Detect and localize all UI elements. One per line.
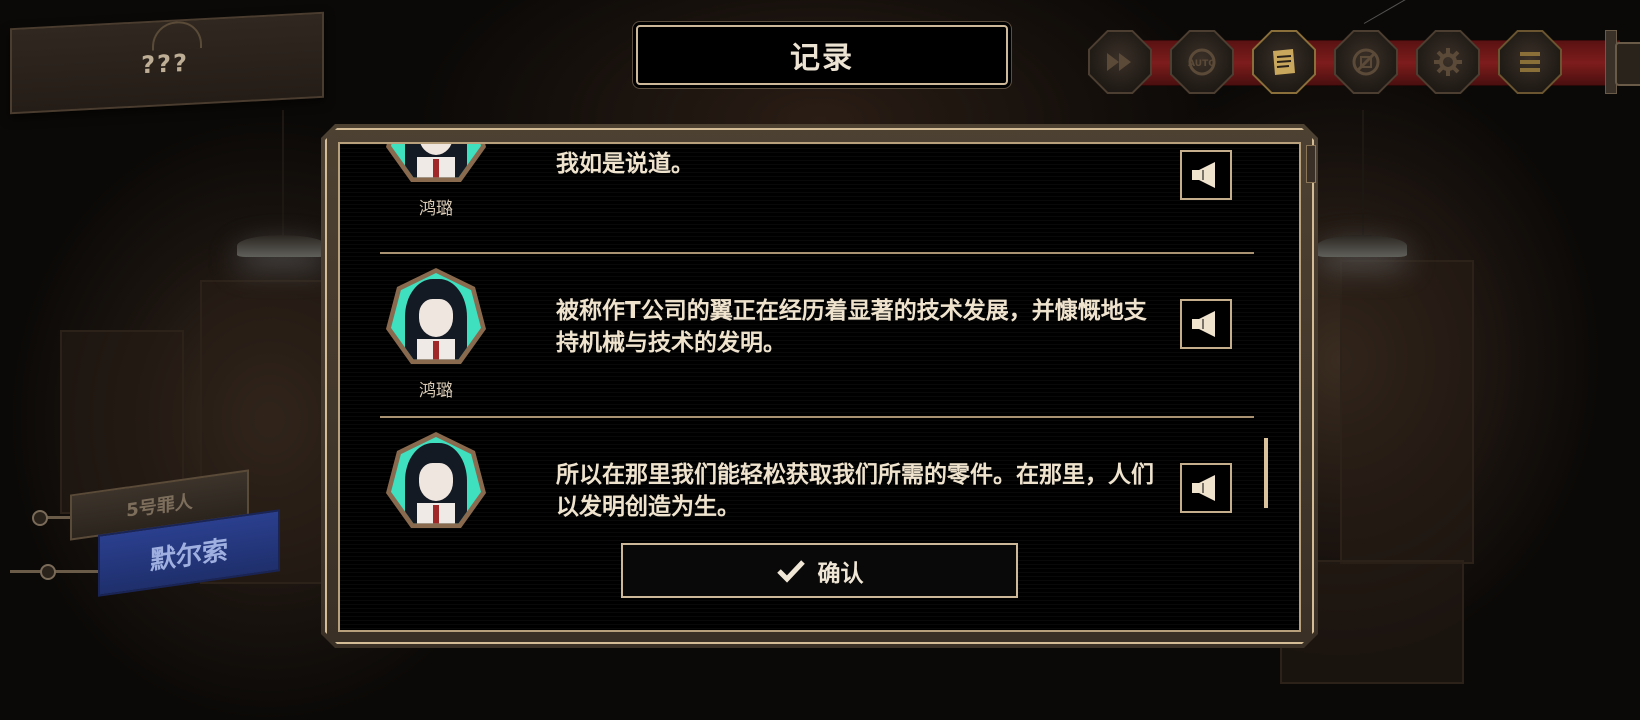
confirm-button[interactable]: 确认 — [621, 543, 1018, 598]
auto-icon: AUTO — [1188, 48, 1216, 76]
log-entry: 鸿璐 被称作T公司的翼正在经历着显著的技术发展，并慷慨地支持机械与技术的发明。 — [380, 268, 1260, 428]
lamp-cord-left — [282, 110, 284, 240]
plate-hanger-icon — [152, 20, 202, 51]
speaker-icon — [1192, 311, 1215, 337]
hide-ui-button[interactable] — [1336, 32, 1396, 92]
speaker-icon — [1192, 475, 1215, 501]
panel-side-knob — [1306, 145, 1316, 183]
avatar — [386, 268, 486, 368]
tag-knob — [40, 564, 56, 580]
checkmark-icon — [776, 559, 805, 583]
voice-replay-button[interactable] — [1180, 463, 1232, 513]
fast-forward-button[interactable] — [1090, 32, 1150, 92]
hide-ui-icon — [1352, 48, 1380, 76]
voice-replay-button[interactable] — [1180, 299, 1232, 349]
settings-button[interactable] — [1418, 32, 1478, 92]
entry-divider — [380, 416, 1254, 418]
avatar — [386, 432, 486, 532]
lamp-cord-right — [1362, 110, 1364, 240]
confirm-label: 确认 — [817, 560, 864, 587]
dialogue-text: 被称作T公司的翼正在经历着显著的技术发展，并慷慨地支持机械与技术的发明。 — [556, 298, 1147, 356]
lamp-right — [1317, 235, 1407, 257]
lamp-left — [237, 235, 327, 257]
speaker-label: 鸿璐 — [419, 199, 453, 219]
gear-icon — [1434, 48, 1462, 76]
voice-replay-button[interactable] — [1180, 150, 1232, 200]
dialogue-text: 所以在那里我们能轻松获取我们所需的零件。在那里，人们以发明创造为生。 — [556, 462, 1154, 520]
avatar — [386, 144, 486, 186]
log-entry: 鸿璐 我如是说道。 — [380, 144, 1260, 246]
game-scene: ??? 记录 AUTO 5号罪人 默尔索 鸿璐 我如是说道。 鸿璐 被称作T公司… — [0, 0, 1640, 720]
menu-button[interactable] — [1500, 32, 1560, 92]
avatar-portrait — [391, 144, 481, 178]
entry-divider — [380, 252, 1254, 254]
scrollbar-thumb[interactable] — [1264, 438, 1268, 508]
tag-knob — [32, 510, 48, 526]
dialogue-text: 我如是说道。 — [556, 151, 694, 177]
speaker-label: 鸿璐 — [419, 381, 453, 401]
speaker-icon — [1192, 162, 1215, 188]
toolbar-rail-cap — [1615, 42, 1640, 86]
log-button[interactable] — [1254, 32, 1314, 92]
svg-text:AUTO: AUTO — [1188, 59, 1216, 69]
menu-icon — [1520, 52, 1540, 72]
log-title: 记录 — [636, 25, 1008, 85]
log-icon — [1273, 49, 1295, 75]
background-wire — [1363, 0, 1417, 24]
fast-forward-icon — [1107, 53, 1131, 71]
auto-button[interactable]: AUTO — [1172, 32, 1232, 92]
background-cabinet-right — [1340, 260, 1474, 564]
